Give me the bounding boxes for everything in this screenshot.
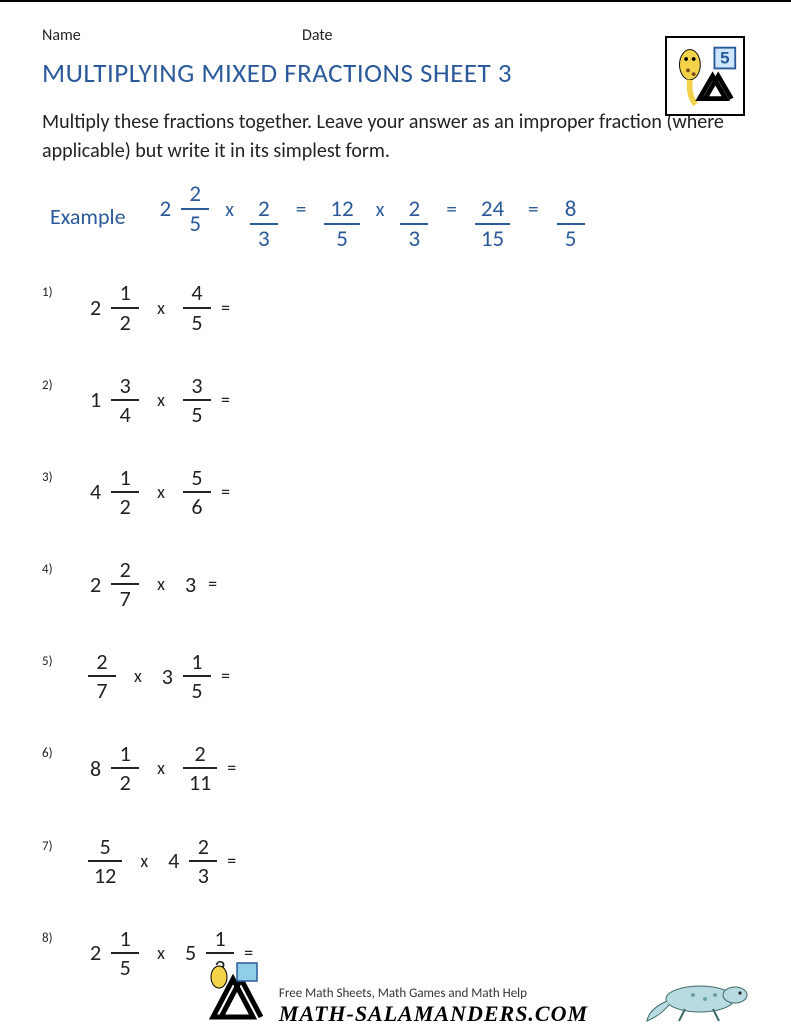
- problem-row: 7) 512 x 423 =: [42, 835, 749, 887]
- problem-number: 7): [42, 835, 72, 854]
- math-term: 45: [179, 281, 215, 333]
- footer-site: MATH-SALAMANDERS.COM: [279, 1001, 588, 1027]
- math-term: 423: [162, 835, 221, 887]
- problem-row: 2) 134 x 35 =: [42, 374, 749, 426]
- math-term: =: [221, 665, 230, 687]
- problem-expression: 812 x 211 =: [84, 742, 236, 794]
- header-row: Name Date: [42, 26, 749, 45]
- math-term: x: [157, 481, 165, 503]
- problem-number: 3): [42, 466, 72, 485]
- math-term: x: [157, 757, 165, 779]
- math-term: 225: [154, 182, 214, 236]
- worksheet-title: MULTIPLYING MIXED FRACTIONS SHEET 3: [42, 57, 749, 90]
- problem-expression: 134 x 35 =: [84, 374, 230, 426]
- date-label: Date: [302, 26, 562, 45]
- name-label: Name: [42, 26, 302, 45]
- math-term: =: [296, 196, 306, 222]
- grade-logo-badge: 5: [665, 36, 745, 116]
- problem-row: 3) 412 x 56 =: [42, 466, 749, 518]
- math-term: =: [227, 757, 236, 779]
- math-term: 512: [84, 835, 126, 887]
- problem-expression: 412 x 56 =: [84, 466, 230, 518]
- math-term: 812: [84, 742, 143, 794]
- math-term: x: [225, 198, 234, 222]
- problem-row: 5) 27 x 315 =: [42, 650, 749, 702]
- math-term: 125: [320, 197, 363, 251]
- math-term: =: [221, 297, 230, 319]
- problem-number: 6): [42, 742, 72, 761]
- svg-text:5: 5: [720, 49, 729, 68]
- salamander-logo-icon: 5: [671, 42, 739, 110]
- problem-number: 8): [42, 927, 72, 946]
- math-term: 3: [179, 571, 202, 598]
- math-term: 56: [179, 466, 215, 518]
- math-term: 212: [84, 281, 143, 333]
- math-term: 211: [179, 742, 221, 794]
- math-term: =: [227, 850, 236, 872]
- problem-expression: 512 x 423 =: [84, 835, 236, 887]
- problem-row: 1) 212 x 45 =: [42, 281, 749, 333]
- math-term: 27: [84, 650, 120, 702]
- math-term: 35: [179, 374, 215, 426]
- math-term: 315: [156, 650, 215, 702]
- problem-number: 2): [42, 374, 72, 393]
- math-term: =: [221, 481, 230, 503]
- math-term: 412: [84, 466, 143, 518]
- problem-expression: 212 x 45 =: [84, 281, 230, 333]
- math-term: 23: [246, 197, 282, 251]
- problem-expression: 227 x3 =: [84, 558, 217, 610]
- math-term: =: [446, 196, 456, 222]
- math-term: x: [134, 665, 142, 687]
- math-term: =: [221, 389, 230, 411]
- problem-number: 5): [42, 650, 72, 669]
- problem-row: 4) 227 x3 =: [42, 558, 749, 610]
- math-term: 23: [396, 197, 432, 251]
- math-term: x: [376, 198, 385, 222]
- problems-list: 1)212x45=2)134x35=3)412x56=4)227x3=5)27x…: [42, 281, 749, 979]
- math-term: 134: [84, 374, 143, 426]
- math-term: x: [140, 850, 148, 872]
- math-term: 2415: [471, 197, 514, 251]
- math-term: =: [528, 196, 538, 222]
- math-term: x: [157, 573, 165, 595]
- problem-expression: 27 x 315 =: [84, 650, 230, 702]
- footer-logo-icon: [203, 961, 263, 1027]
- problem-number: 4): [42, 558, 72, 577]
- math-term: =: [208, 573, 217, 595]
- problem-row: 6) 812 x 211 =: [42, 742, 749, 794]
- example-row: Example 225 x 23 = 125 x 23 = 2415 = 85: [50, 182, 749, 251]
- example-expression: 225 x 23 = 125 x 23 = 2415 = 85: [154, 182, 589, 251]
- math-term: x: [157, 389, 165, 411]
- instructions-text: Multiply these fractions together. Leave…: [42, 108, 749, 166]
- footer-text-block: Free Math Sheets, Math Games and Math He…: [279, 986, 588, 1027]
- footer-tagline: Free Math Sheets, Math Games and Math He…: [279, 986, 588, 1001]
- lizard-icon: [645, 965, 755, 1025]
- problem-number: 1): [42, 281, 72, 300]
- worksheet-page: Name Date 5 MULTIPLYING MIXED FRACTIONS …: [0, 0, 791, 1029]
- math-term: x: [157, 297, 165, 319]
- math-term: 85: [553, 197, 589, 251]
- math-term: 227: [84, 558, 143, 610]
- example-label: Example: [50, 203, 126, 230]
